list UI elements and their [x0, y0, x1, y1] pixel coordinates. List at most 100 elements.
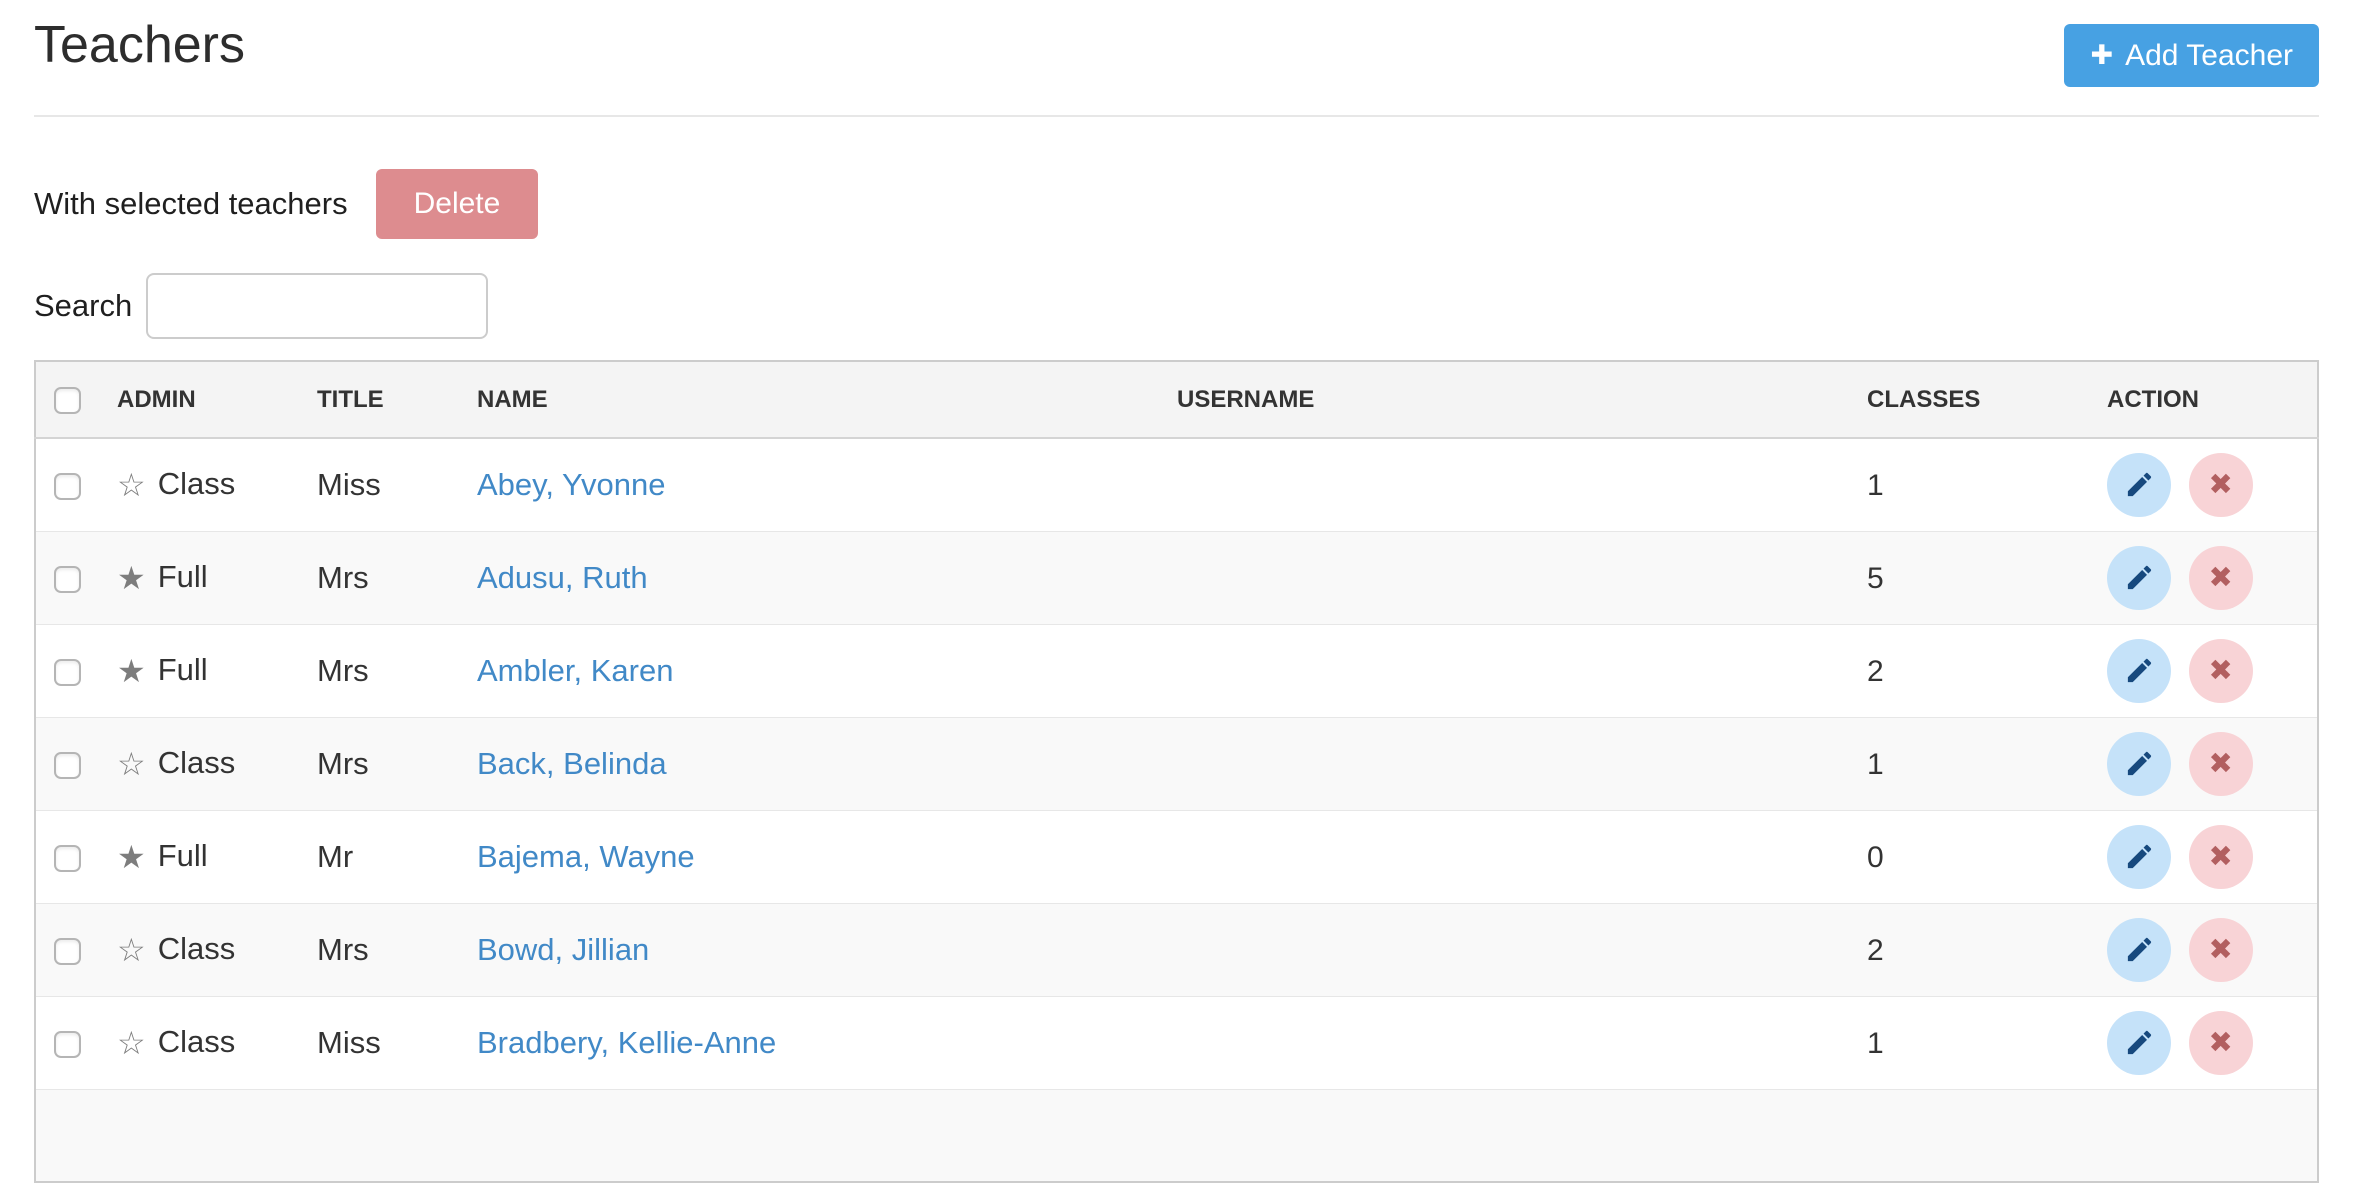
edit-teacher-button[interactable]: [2107, 546, 2171, 610]
bulk-actions-row: With selected teachers Delete: [34, 169, 2319, 239]
classes-cell: 0: [1852, 810, 2092, 903]
username-cell: [1162, 996, 1852, 1089]
row-checkbox[interactable]: [54, 473, 81, 500]
teacher-name-link[interactable]: Bowd, Jillian: [477, 932, 649, 967]
teacher-name-link[interactable]: Bajema, Wayne: [477, 839, 695, 874]
row-checkbox[interactable]: [54, 938, 81, 965]
admin-star-icon: ☆: [117, 745, 146, 783]
action-cell: ✖: [2092, 438, 2318, 531]
admin-cell: ★ Full: [102, 810, 302, 903]
table-row: ☆ Class Mrs Back, Belinda 1 ✖: [35, 717, 2318, 810]
search-row: Search: [34, 273, 2319, 339]
teacher-name-link[interactable]: Back, Belinda: [477, 746, 667, 781]
row-checkbox-cell: [35, 438, 102, 531]
table-row: ☆Class Miss Abey, Yvonne 1 ✖: [35, 438, 2318, 531]
admin-star-icon: ☆: [117, 1024, 146, 1062]
teacher-title: Mrs: [317, 560, 369, 595]
delete-teacher-button[interactable]: ✖: [2189, 1011, 2253, 1075]
x-icon: ✖: [2208, 653, 2232, 688]
header-divider: [34, 115, 2319, 117]
title-cell: Mrs: [302, 903, 462, 996]
pencil-icon: [2124, 934, 2155, 965]
name-cell: Bajema, Wayne: [462, 810, 1162, 903]
classes-cell: 1: [1852, 996, 2092, 1089]
teacher-name-link[interactable]: Abey, Yvonne: [477, 467, 665, 502]
delete-teacher-button[interactable]: ✖: [2189, 732, 2253, 796]
row-checkbox[interactable]: [54, 752, 81, 779]
classes-cell: 5: [1852, 531, 2092, 624]
teacher-title: Mrs: [317, 932, 369, 967]
admin-star-icon: ★: [117, 838, 146, 876]
admin-level-label: Class: [158, 1024, 236, 1059]
x-icon: ✖: [2208, 467, 2232, 502]
edit-teacher-button[interactable]: [2107, 825, 2171, 889]
action-cell: ✖: [2092, 996, 2318, 1089]
pencil-icon: [2124, 1027, 2155, 1058]
edit-teacher-button[interactable]: [2107, 453, 2171, 517]
admin-level-label: Full: [158, 559, 208, 594]
delete-teacher-button[interactable]: ✖: [2189, 546, 2253, 610]
x-icon: ✖: [2208, 839, 2232, 874]
teacher-name-link[interactable]: Adusu, Ruth: [477, 560, 648, 595]
delete-teacher-button[interactable]: ✖: [2189, 639, 2253, 703]
edit-teacher-button[interactable]: [2107, 918, 2171, 982]
header-title: TITLE: [302, 361, 462, 438]
teacher-title: Miss: [317, 467, 381, 502]
title-cell: Miss: [302, 996, 462, 1089]
header-username: USERNAME: [1162, 361, 1852, 438]
row-checkbox[interactable]: [54, 566, 81, 593]
table-row: ☆Class Mrs Bowd, Jillian 2 ✖: [35, 903, 2318, 996]
add-teacher-label: Add Teacher: [2125, 39, 2293, 73]
row-checkbox-cell: [35, 810, 102, 903]
header-admin: ADMIN: [102, 361, 302, 438]
title-cell: Miss: [302, 438, 462, 531]
x-icon: ✖: [2208, 932, 2232, 967]
delete-teacher-button[interactable]: ✖: [2189, 453, 2253, 517]
add-teacher-button[interactable]: ✚ Add Teacher: [2064, 24, 2319, 87]
bulk-delete-button[interactable]: Delete: [376, 169, 539, 239]
pencil-icon: [2124, 655, 2155, 686]
admin-cell: ☆Class: [102, 438, 302, 531]
table-row: ★Full Mrs Ambler, Karen 2 ✖: [35, 624, 2318, 717]
name-cell: Adusu, Ruth: [462, 531, 1162, 624]
pencil-icon: [2124, 841, 2155, 872]
row-checkbox-cell: [35, 531, 102, 624]
teacher-name-link[interactable]: Ambler, Karen: [477, 653, 673, 688]
row-checkbox[interactable]: [54, 1031, 81, 1058]
row-checkbox-cell: [35, 996, 102, 1089]
teachers-table: ADMIN TITLE NAME USERNAME CLASSES ACTION…: [34, 360, 2319, 1183]
delete-teacher-button[interactable]: ✖: [2189, 825, 2253, 889]
edit-teacher-button[interactable]: [2107, 1011, 2171, 1075]
teacher-name-link[interactable]: Bradbery, Kellie-Anne: [477, 1025, 776, 1060]
search-input[interactable]: [146, 273, 488, 339]
username-cell: [1162, 903, 1852, 996]
admin-level-label: Full: [158, 838, 208, 873]
username-cell: [1162, 624, 1852, 717]
admin-level-label: Class: [158, 745, 236, 780]
username-cell: [1162, 810, 1852, 903]
header-checkbox-cell: [35, 361, 102, 438]
classes-count: 2: [1867, 655, 1884, 688]
delete-teacher-button[interactable]: ✖: [2189, 918, 2253, 982]
search-label: Search: [34, 288, 132, 324]
row-checkbox[interactable]: [54, 659, 81, 686]
classes-count: 5: [1867, 562, 1884, 595]
row-checkbox-cell: [35, 624, 102, 717]
row-checkbox[interactable]: [54, 845, 81, 872]
username-cell: [1162, 438, 1852, 531]
table-row-partial: [35, 1089, 2318, 1182]
pencil-icon: [2124, 469, 2155, 500]
table-row: ★Full Mrs Adusu, Ruth 5 ✖: [35, 531, 2318, 624]
x-icon: ✖: [2208, 560, 2232, 595]
admin-cell: ★Full: [102, 624, 302, 717]
select-all-checkbox[interactable]: [54, 387, 81, 414]
teacher-title: Mrs: [317, 746, 369, 781]
teacher-table-body: ☆Class Miss Abey, Yvonne 1 ✖ ★Full M: [35, 438, 2318, 1182]
edit-teacher-button[interactable]: [2107, 732, 2171, 796]
edit-teacher-button[interactable]: [2107, 639, 2171, 703]
page-header: Teachers ✚ Add Teacher: [34, 0, 2319, 87]
table-wrap: ADMIN TITLE NAME USERNAME CLASSES ACTION…: [34, 360, 2319, 1183]
classes-count: 0: [1867, 841, 1884, 874]
classes-count: 1: [1867, 748, 1884, 781]
header-name: NAME: [462, 361, 1162, 438]
